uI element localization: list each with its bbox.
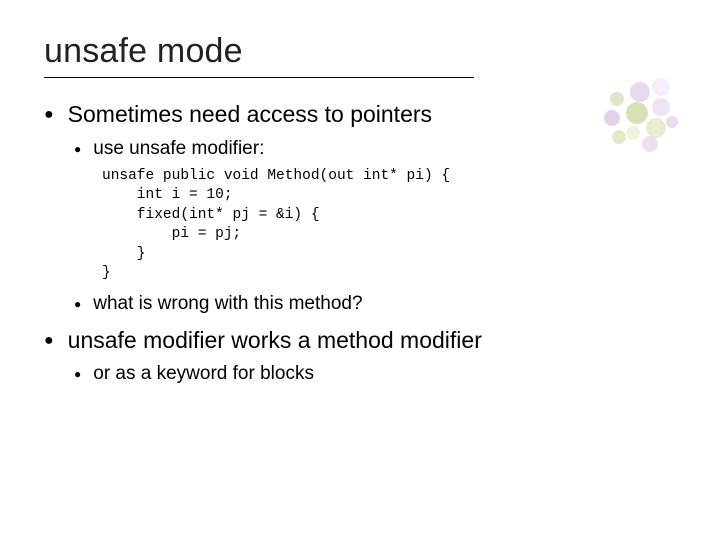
bullet-text: or as a keyword for blocks: [93, 362, 314, 386]
slide: unsafe mode ● Sometimes need access to p…: [0, 0, 720, 386]
bullet-dot-icon: ●: [44, 105, 54, 125]
bullet-dot-icon: ●: [44, 331, 54, 351]
title-underline: [44, 77, 474, 78]
bullet-level2: ● use unsafe modifier:: [74, 137, 676, 161]
bullet-level2: ● what is wrong with this method?: [74, 292, 676, 316]
bullet-dot-icon: ●: [74, 367, 81, 382]
bullet-dot-icon: ●: [74, 142, 81, 157]
bullet-level2: ● or as a keyword for blocks: [74, 362, 676, 386]
bullet-dot-icon: ●: [74, 297, 81, 312]
slide-body: ● Sometimes need access to pointers ● us…: [44, 100, 676, 386]
slide-title: unsafe mode: [44, 32, 676, 71]
bullet-text: what is wrong with this method?: [93, 292, 362, 316]
code-block: unsafe public void Method(out int* pi) {…: [102, 167, 676, 284]
bullet-text: use unsafe modifier:: [93, 137, 264, 161]
bullet-text: unsafe modifier works a method modifier: [68, 326, 482, 355]
bullet-text: Sometimes need access to pointers: [68, 100, 432, 129]
bullet-level1: ● unsafe modifier works a method modifie…: [44, 326, 676, 355]
bullet-level1: ● Sometimes need access to pointers: [44, 100, 676, 129]
